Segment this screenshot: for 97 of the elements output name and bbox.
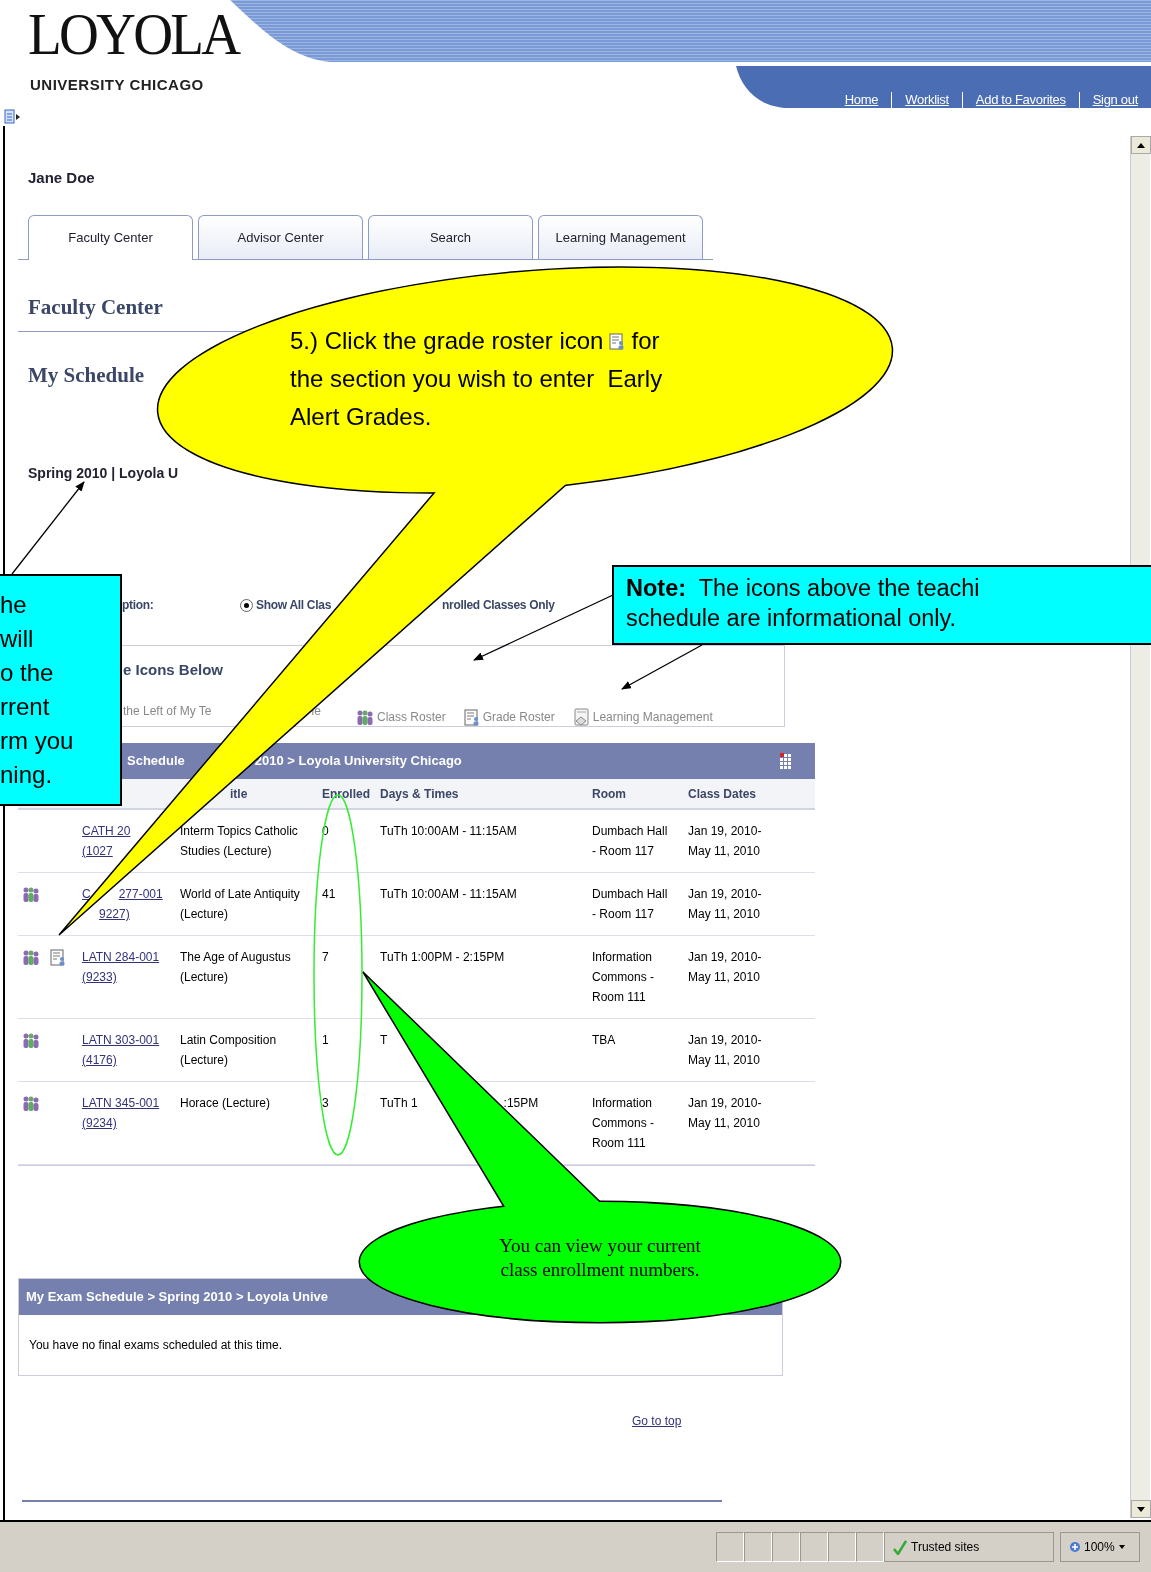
status-panel [828, 1532, 856, 1562]
logo-text: LOYOLA [28, 0, 239, 64]
option-label[interactable]: nrolled Classes Only [442, 596, 555, 614]
callout-text: Note: The icons above the teachi schedule are informational only. [626, 574, 980, 633]
tab[interactable]: Learning Management [538, 215, 703, 259]
table-cell: :15PM [503, 1096, 539, 1110]
table-cell: Latin Composition (Lecture) [180, 1033, 277, 1067]
document-person-icon[interactable] [50, 949, 66, 967]
column-header: Enrolled [322, 786, 370, 801]
status-panel [744, 1532, 772, 1562]
people-icon[interactable] [22, 949, 40, 967]
term-label: Spring 2010 | Loyola U [28, 464, 179, 482]
course-link[interactable]: (9234) [82, 1116, 117, 1130]
table-cell: The Age of Augustus (Lecture) [180, 950, 291, 984]
zoom-icon[interactable] [1069, 1541, 1081, 1553]
column-header: itle [230, 786, 248, 801]
table-cell: Jan 19, 2010- May 11, 2010 [688, 887, 762, 921]
option-label[interactable]: Show All Clas [256, 596, 331, 614]
column-header: Room [592, 786, 626, 801]
status-zone: Trusted sites [911, 1539, 980, 1556]
course-link[interactable]: (1027 [82, 844, 113, 858]
legend-note: the Left of My Te [123, 703, 212, 720]
table-cell: Information Commons - Room 111 [592, 1096, 654, 1150]
status-panel [772, 1532, 800, 1562]
exam-title: My Exam Schedule > Spring 2010 > Loyola Unive [26, 1288, 328, 1307]
course-link[interactable]: LATN 345-001 [82, 1096, 160, 1110]
tab[interactable]: Search [368, 215, 533, 259]
course-link[interactable]: 9227) [99, 907, 130, 921]
document-handshake-icon [572, 708, 590, 726]
people-icon[interactable] [22, 1032, 40, 1050]
table-cell: 7 [322, 950, 329, 964]
course-link[interactable]: CATH 20 [82, 824, 131, 838]
table-cell: TuTh 10:00AM - 11:15AM [380, 824, 517, 838]
caret-icon[interactable] [1117, 1544, 1126, 1550]
header-link[interactable]: Home [831, 92, 892, 108]
table-cell: 3 [322, 1096, 329, 1110]
tab[interactable]: Faculty Center [28, 215, 193, 260]
table-cell: World of Late Antiquity (Lecture) [180, 887, 300, 921]
course-link[interactable]: LATN 303-001 [82, 1033, 160, 1047]
course-link[interactable]: 277-001 [118, 887, 163, 901]
table-cell: Dumbach Hall - Room 117 [592, 824, 668, 858]
table-cell: Interm Topics Catholic Studies (Lecture) [180, 824, 298, 858]
page-title: Faculty Center [28, 294, 163, 320]
table-cell: 1 [322, 1033, 329, 1047]
go-to-top-link[interactable]: Go to top [632, 1412, 682, 1430]
table-cell: Jan 19, 2010- May 11, 2010 [688, 1096, 762, 1130]
scrollbar[interactable] [1130, 136, 1150, 1518]
user-name: Jane Doe [28, 168, 95, 188]
scroll-down-icon[interactable] [1136, 1505, 1146, 1513]
table-cell: Jan 19, 2010- May 11, 2010 [688, 1033, 762, 1067]
table-title: Schedule [127, 752, 185, 771]
table-cell: TuTh 10:00AM - 11:15AM [380, 887, 517, 901]
logo-subtitle: UNIVERSITY CHICAGO [30, 75, 204, 95]
table-cell: TuTh 1:00PM - 2:15PM [380, 950, 505, 964]
table-cell: 41 [322, 887, 336, 901]
table-cell: TuTh 1 [380, 1096, 418, 1110]
callout-text: he will o the rrent rm you ning. [0, 590, 74, 790]
header-link[interactable]: Worklist [891, 92, 962, 108]
people-icon[interactable] [22, 886, 40, 904]
callout-text: 5.) Click the grade roster icon [290, 326, 604, 356]
check-icon [893, 1539, 907, 1555]
exam-message: You have no final exams scheduled at this time. [29, 1337, 283, 1354]
table-cell: Information Commons - Room 111 [592, 950, 654, 1004]
table-cell: Horace (Lecture) [180, 1096, 271, 1110]
status-panel [716, 1532, 744, 1562]
menu-icon[interactable] [4, 108, 20, 126]
table-cell: Jan 19, 2010- May 11, 2010 [688, 824, 762, 858]
header-link[interactable]: Add to Favorites [961, 92, 1079, 108]
course-link[interactable]: (9233) [82, 970, 117, 984]
legend-label: Learning Management [592, 709, 713, 726]
callout-text: You can view your current class enrollment numbers. [498, 1234, 702, 1282]
section-title: My Schedule [28, 362, 145, 388]
document-person-icon [609, 332, 626, 350]
tab[interactable]: Advisor Center [198, 215, 363, 259]
course-link[interactable]: (4176) [82, 1053, 117, 1067]
callout-text: for [631, 326, 660, 356]
document-person-icon [463, 709, 480, 726]
legend-label: Class Roster [377, 709, 446, 726]
legend-label: Grade Roster [482, 709, 555, 726]
course-link[interactable]: LATN 284-001 [82, 950, 160, 964]
column-header: Days & Times [380, 786, 459, 801]
legend-title: e Icons Below [123, 660, 224, 680]
column-header: Class Dates [688, 786, 757, 801]
course-link[interactable]: C [82, 887, 91, 901]
option-label: ption: [122, 597, 155, 614]
radio-button[interactable] [240, 598, 253, 612]
scroll-up-icon[interactable] [1136, 141, 1146, 149]
table-cell: Dumbach Hall - Room 117 [592, 887, 668, 921]
callout-text: the section you wish to enter Early Alert Grades. [290, 364, 664, 432]
grid-icon[interactable] [778, 753, 793, 770]
header-link[interactable]: Sign out [1078, 92, 1151, 108]
status-panel [800, 1532, 828, 1562]
table-cell: TBA [592, 1033, 616, 1047]
table-cell: T [380, 1033, 388, 1047]
people-icon[interactable] [22, 1095, 40, 1113]
table-cell: Jan 19, 2010- May 11, 2010 [688, 950, 762, 984]
people-icon [356, 709, 374, 726]
